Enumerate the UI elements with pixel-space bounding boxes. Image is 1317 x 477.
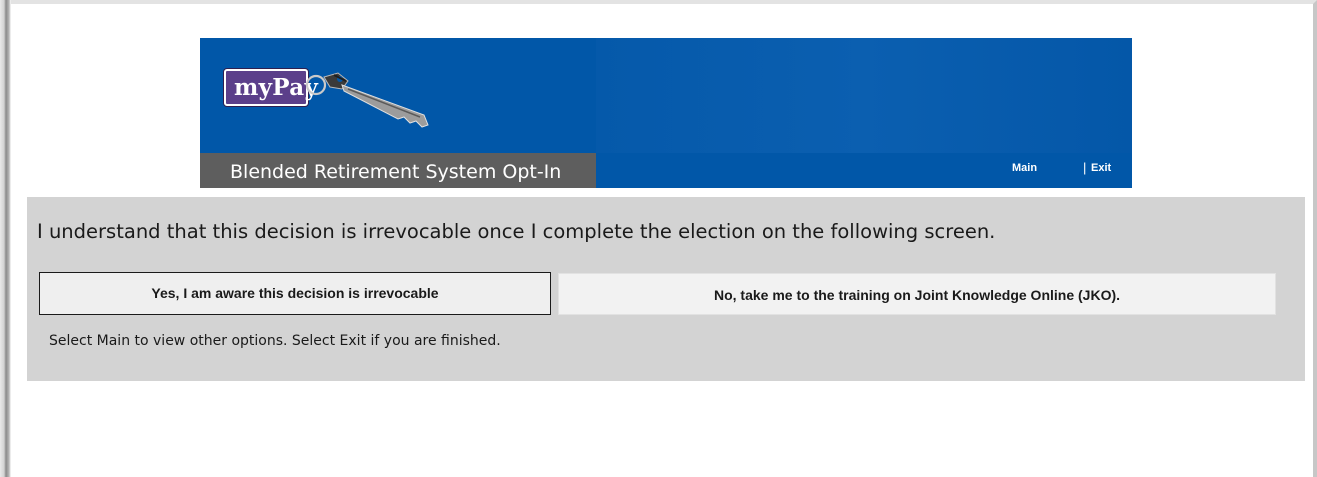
header-banner: myPay Blended Retirement System Opt-In M…: [200, 38, 1132, 188]
page-title: Blended Retirement System Opt-In: [230, 161, 562, 183]
nav-separator: |: [1083, 160, 1087, 175]
title-bar-right: [596, 153, 1132, 188]
irrevocable-prompt: I understand that this decision is irrev…: [37, 220, 996, 243]
jko-training-button[interactable]: No, take me to the training on Joint Kno…: [558, 273, 1276, 315]
title-bar: Blended Retirement System Opt-In Main | …: [200, 153, 1132, 188]
yes-aware-button[interactable]: Yes, I am aware this decision is irrevoc…: [39, 272, 551, 315]
navigation-hint: Select Main to view other options. Selec…: [49, 333, 501, 349]
nav-main-link[interactable]: Main: [1012, 162, 1037, 174]
window-left-edge: [0, 0, 11, 477]
banner-shade: [596, 38, 1132, 153]
logo-box: myPay: [224, 69, 318, 106]
decision-panel: I understand that this decision is irrev…: [27, 197, 1305, 381]
mypay-logo[interactable]: myPay: [224, 69, 429, 128]
nav-exit-link[interactable]: Exit: [1091, 162, 1111, 174]
key-icon: [305, 72, 429, 128]
